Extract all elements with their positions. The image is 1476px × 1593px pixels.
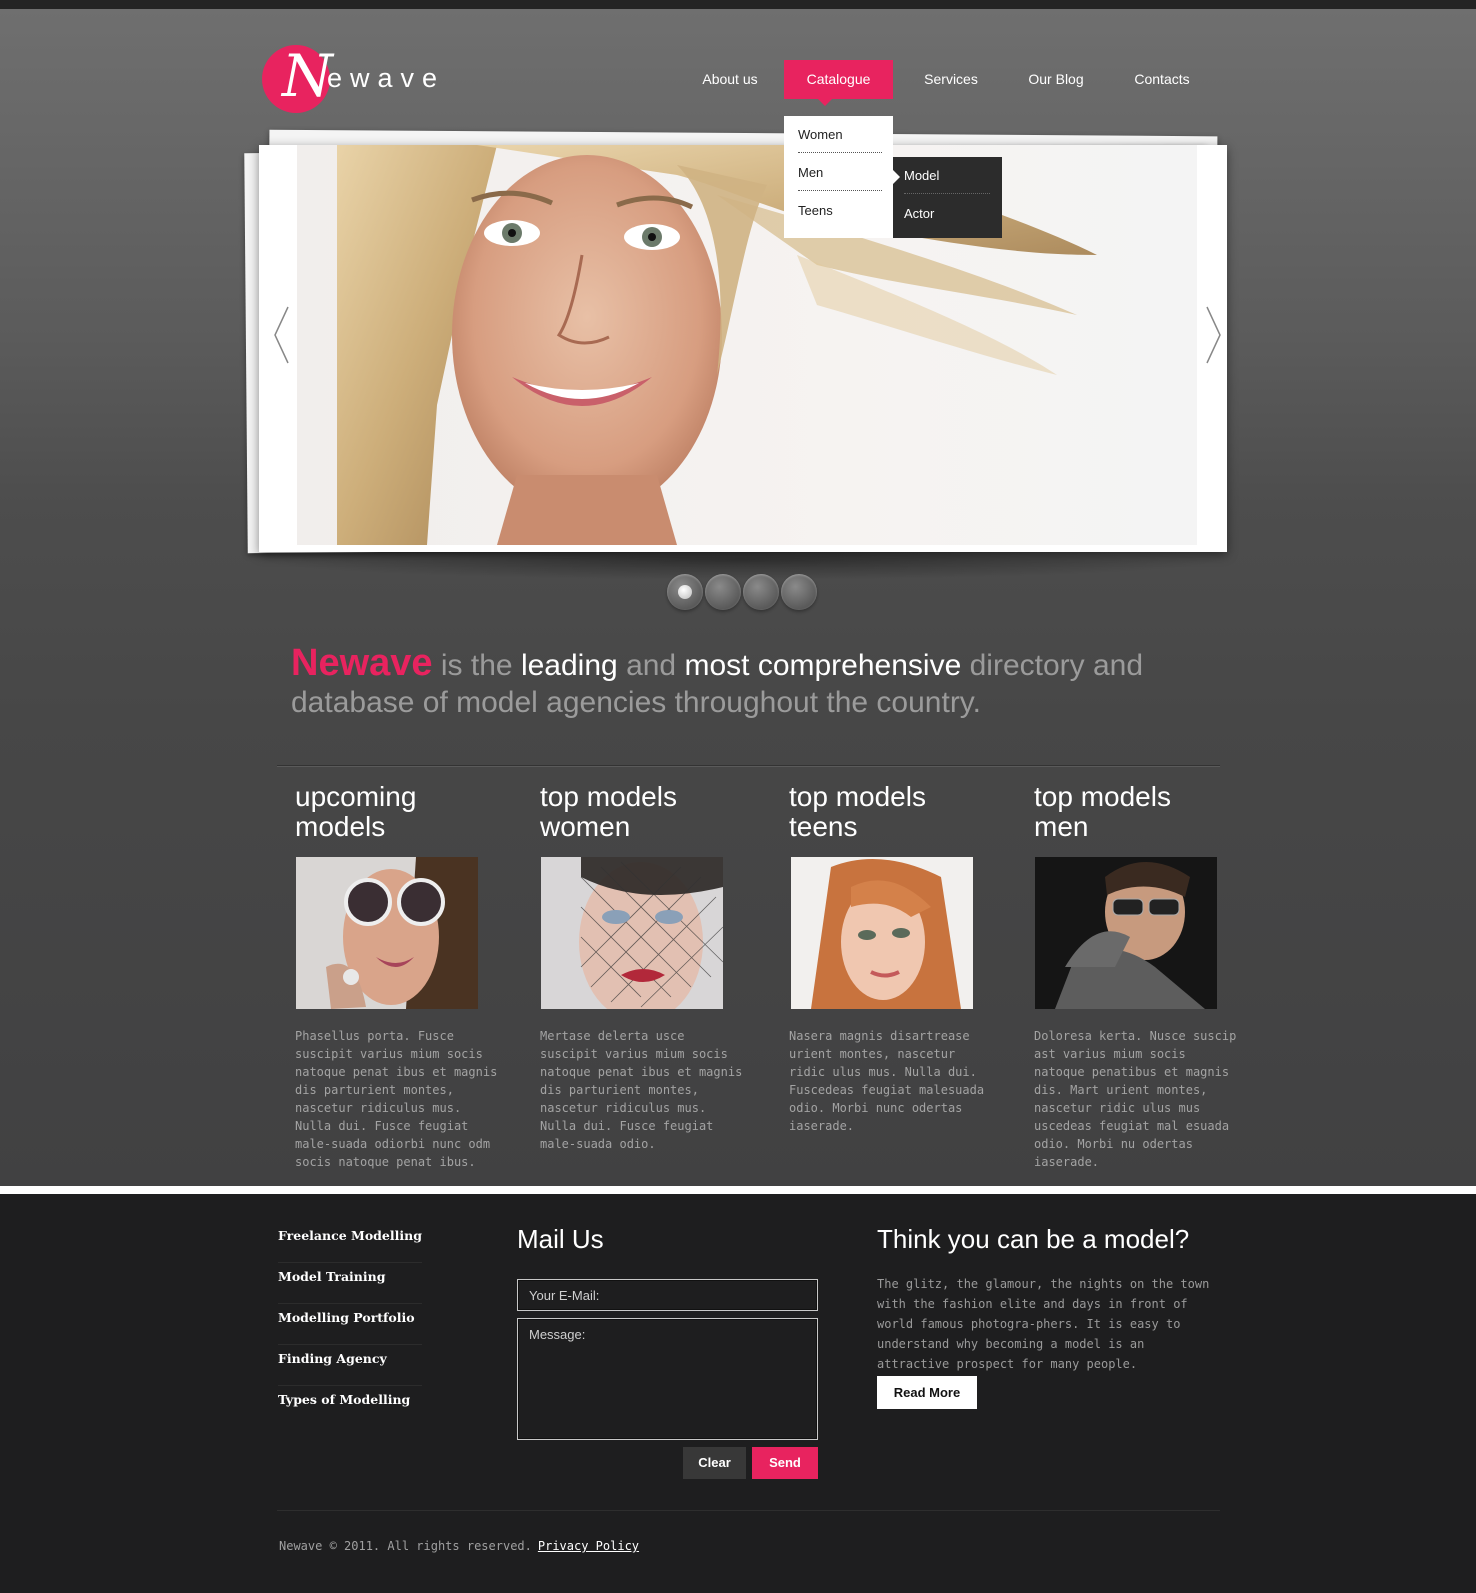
think-title: Think you can be a model? xyxy=(877,1224,1190,1254)
clear-button[interactable]: Clear xyxy=(683,1447,746,1479)
column-title: top models men xyxy=(1034,782,1244,842)
column-title: upcoming models xyxy=(295,782,505,842)
privacy-policy-link[interactable]: Privacy Policy xyxy=(538,1539,639,1553)
logo-initial: N xyxy=(282,42,333,110)
copyright: Newave © 2011. All rights reserved. Priva… xyxy=(279,1539,639,1553)
footer-link-finding-agency[interactable]: Finding Agency xyxy=(278,1345,422,1386)
chevron-left-icon[interactable] xyxy=(272,305,292,365)
slide-dot-3[interactable] xyxy=(743,574,779,610)
submenu-item-model[interactable]: Model xyxy=(904,157,990,194)
intro-brand: Newave xyxy=(291,642,433,684)
column-title-line: top models xyxy=(789,781,926,812)
footer-bottom-divider xyxy=(277,1510,1220,1511)
intro-text: and xyxy=(626,649,677,682)
column-description: Phasellus porta. Fusce suscipit varius m… xyxy=(295,1029,498,1169)
hero-image xyxy=(297,145,1197,545)
nav-catalogue[interactable]: Catalogue xyxy=(784,60,893,99)
nav-contacts[interactable]: Contacts xyxy=(1127,60,1197,99)
thumbnail-art xyxy=(541,857,723,1009)
column-top-models-teens: top models teens Nasera magnis disartrea… xyxy=(789,782,999,1134)
thumbnail-art xyxy=(791,857,973,1009)
thumbnail-art xyxy=(296,857,478,1009)
column-top-models-women: top models women Mertase delerta usce su… xyxy=(540,782,750,1152)
top-models-teens-thumbnail[interactable] xyxy=(791,857,973,1009)
column-description: Doloresa kerta. Nusce suscip ast varius … xyxy=(1034,1029,1237,1169)
footer-link-modelling-portfolio[interactable]: Modelling Portfolio xyxy=(278,1304,422,1345)
read-more-button[interactable]: Read More xyxy=(877,1376,977,1409)
top-models-women-thumbnail[interactable] xyxy=(541,857,723,1009)
nav-active-caret xyxy=(818,99,832,106)
copyright-text: Newave © 2011. All rights reserved. xyxy=(279,1539,532,1553)
email-field[interactable]: Your E-Mail: xyxy=(517,1279,818,1311)
top-models-men-thumbnail[interactable] xyxy=(1035,857,1217,1009)
section-divider xyxy=(277,765,1220,766)
mail-us-title: Mail Us xyxy=(517,1224,604,1254)
nav-about-us[interactable]: About us xyxy=(689,60,771,99)
slide-dot-2[interactable] xyxy=(705,574,741,610)
email-placeholder: Your E-Mail: xyxy=(529,1288,600,1303)
logo[interactable]: N ewave xyxy=(262,41,462,113)
footer-link-model-training[interactable]: Model Training xyxy=(278,1263,422,1304)
submenu-item-actor[interactable]: Actor xyxy=(904,195,990,232)
dropdown-item-men[interactable]: Men xyxy=(798,154,882,191)
men-submenu: Model Actor xyxy=(893,157,1002,238)
column-title-line: teens xyxy=(789,811,858,842)
upcoming-models-thumbnail[interactable] xyxy=(296,857,478,1009)
footer-link-types-of-modelling[interactable]: Types of Modelling xyxy=(278,1386,422,1427)
chevron-right-icon[interactable] xyxy=(1203,305,1223,365)
column-title-line: men xyxy=(1034,811,1089,842)
message-placeholder: Message: xyxy=(529,1327,586,1342)
dropdown-item-women[interactable]: Women xyxy=(798,116,882,153)
intro-highlight: leading xyxy=(520,649,618,682)
intro-text: is the xyxy=(440,649,513,682)
thumbnail-art xyxy=(1035,857,1217,1009)
column-top-models-men: top models men Doloresa kerta. Nusce sus… xyxy=(1034,782,1244,1170)
column-title-line: women xyxy=(540,811,631,842)
logo-text: ewave xyxy=(327,63,446,93)
nav-our-blog[interactable]: Our Blog xyxy=(1018,60,1094,99)
top-bar xyxy=(0,0,1476,9)
slide-dot-4[interactable] xyxy=(781,574,817,610)
message-field[interactable]: Message: xyxy=(517,1318,818,1440)
column-description: Mertase delerta usce suscipit varius miu… xyxy=(540,1029,743,1151)
catalogue-dropdown: Women Men Teens xyxy=(784,116,893,238)
column-description: Nasera magnis disartrease urient montes,… xyxy=(789,1029,985,1133)
slide-dot-1[interactable] xyxy=(667,574,703,610)
submenu-caret xyxy=(893,170,900,184)
column-title-line: upcoming xyxy=(295,781,417,812)
footer-divider xyxy=(0,1186,1476,1194)
column-title-line: models xyxy=(295,811,386,842)
dropdown-item-teens[interactable]: Teens xyxy=(798,192,882,229)
column-title: top models women xyxy=(540,782,750,842)
nav-services[interactable]: Services xyxy=(913,60,989,99)
intro-statement: Newave is the leading and most comprehen… xyxy=(291,642,1211,721)
column-upcoming-models: upcoming models Phasellus porta. Fusce s… xyxy=(295,782,505,1170)
send-button[interactable]: Send xyxy=(752,1447,818,1479)
column-title: top models teens xyxy=(789,782,999,842)
column-title-line: top models xyxy=(1034,781,1171,812)
column-title-line: top models xyxy=(540,781,677,812)
intro-highlight: most comprehensive xyxy=(684,649,962,682)
footer-link-freelance-modelling[interactable]: Freelance Modelling xyxy=(278,1222,422,1263)
hero-portrait xyxy=(337,145,1097,545)
slider-pagination xyxy=(667,574,817,612)
think-description: The glitz, the glamour, the nights on th… xyxy=(877,1277,1210,1371)
